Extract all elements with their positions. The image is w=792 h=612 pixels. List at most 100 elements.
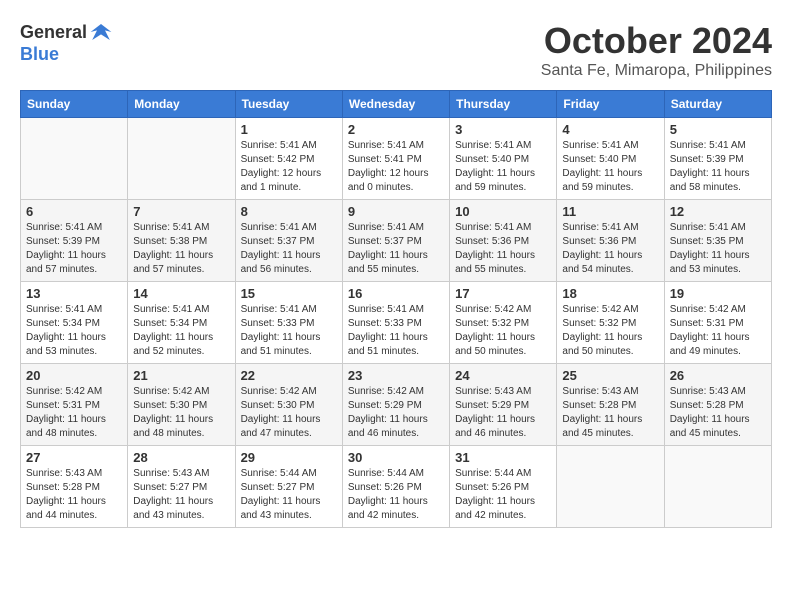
calendar-day-cell: 15 Sunrise: 5:41 AM Sunset: 5:33 PM Dayli… bbox=[235, 282, 342, 364]
calendar-day-cell: 30Sunrise: 5:44 AM Sunset: 5:26 PM Dayli… bbox=[342, 446, 449, 528]
calendar-day-cell: 10 Sunrise: 5:41 AM Sunset: 5:36 PM Dayli… bbox=[450, 200, 557, 282]
day-info: Sunrise: 5:41 AM Sunset: 5:34 PM Dayligh… bbox=[26, 303, 122, 359]
day-number: 10 bbox=[455, 204, 551, 219]
day-info: Sunrise: 5:44 AM Sunset: 5:26 PM Dayligh… bbox=[348, 467, 444, 523]
calendar-day-cell bbox=[21, 118, 128, 200]
day-number: 8 bbox=[241, 204, 337, 219]
calendar-day-cell: 12 Sunrise: 5:41 AM Sunset: 5:35 PM Dayli… bbox=[664, 200, 771, 282]
calendar-day-cell: 11Sunrise: 5:41 AM Sunset: 5:36 PM Dayli… bbox=[557, 200, 664, 282]
day-number: 23 bbox=[348, 368, 444, 383]
day-header-friday: Friday bbox=[557, 91, 664, 118]
calendar-day-cell bbox=[128, 118, 235, 200]
day-info: Sunrise: 5:41 AM Sunset: 5:41 PM Dayligh… bbox=[348, 139, 444, 195]
day-info: Sunrise: 5:42 AM Sunset: 5:32 PM Dayligh… bbox=[562, 303, 658, 359]
day-number: 19 bbox=[670, 286, 766, 301]
day-number: 20 bbox=[26, 368, 122, 383]
day-info: Sunrise: 5:41 AM Sunset: 5:37 PM Dayligh… bbox=[348, 221, 444, 277]
day-number: 6 bbox=[26, 204, 122, 219]
day-header-tuesday: Tuesday bbox=[235, 91, 342, 118]
day-number: 1 bbox=[241, 122, 337, 137]
day-info: Sunrise: 5:43 AM Sunset: 5:28 PM Dayligh… bbox=[670, 385, 766, 441]
day-header-monday: Monday bbox=[128, 91, 235, 118]
calendar-day-cell: 5 Sunrise: 5:41 AM Sunset: 5:39 PM Daylig… bbox=[664, 118, 771, 200]
day-info: Sunrise: 5:44 AM Sunset: 5:26 PM Dayligh… bbox=[455, 467, 551, 523]
day-info: Sunrise: 5:41 AM Sunset: 5:35 PM Dayligh… bbox=[670, 221, 766, 277]
day-number: 3 bbox=[455, 122, 551, 137]
calendar-week-row: 1 Sunrise: 5:41 AM Sunset: 5:42 PM Daylig… bbox=[21, 118, 772, 200]
day-info: Sunrise: 5:42 AM Sunset: 5:31 PM Dayligh… bbox=[26, 385, 122, 441]
calendar-day-cell: 25 Sunrise: 5:43 AM Sunset: 5:28 PM Dayli… bbox=[557, 364, 664, 446]
day-info: Sunrise: 5:43 AM Sunset: 5:28 PM Dayligh… bbox=[562, 385, 658, 441]
day-number: 28 bbox=[133, 450, 229, 465]
logo-general-text: General bbox=[20, 22, 87, 43]
day-number: 16 bbox=[348, 286, 444, 301]
location-subtitle: Santa Fe, Mimaropa, Philippines bbox=[541, 62, 772, 80]
day-number: 4 bbox=[562, 122, 658, 137]
calendar-day-cell: 31Sunrise: 5:44 AM Sunset: 5:26 PM Dayli… bbox=[450, 446, 557, 528]
calendar-day-cell: 2 Sunrise: 5:41 AM Sunset: 5:41 PM Daylig… bbox=[342, 118, 449, 200]
calendar-day-cell: 24Sunrise: 5:43 AM Sunset: 5:29 PM Dayli… bbox=[450, 364, 557, 446]
day-info: Sunrise: 5:41 AM Sunset: 5:36 PM Dayligh… bbox=[562, 221, 658, 277]
day-number: 7 bbox=[133, 204, 229, 219]
calendar-day-cell: 14 Sunrise: 5:41 AM Sunset: 5:34 PM Dayli… bbox=[128, 282, 235, 364]
calendar-day-cell: 9 Sunrise: 5:41 AM Sunset: 5:37 PM Daylig… bbox=[342, 200, 449, 282]
calendar-table: SundayMondayTuesdayWednesdayThursdayFrid… bbox=[20, 90, 772, 528]
day-header-saturday: Saturday bbox=[664, 91, 771, 118]
day-number: 18 bbox=[562, 286, 658, 301]
calendar-day-cell: 28 Sunrise: 5:43 AM Sunset: 5:27 PM Dayli… bbox=[128, 446, 235, 528]
day-number: 26 bbox=[670, 368, 766, 383]
day-header-sunday: Sunday bbox=[21, 91, 128, 118]
day-info: Sunrise: 5:44 AM Sunset: 5:27 PM Dayligh… bbox=[241, 467, 337, 523]
day-info: Sunrise: 5:41 AM Sunset: 5:40 PM Dayligh… bbox=[455, 139, 551, 195]
day-info: Sunrise: 5:41 AM Sunset: 5:33 PM Dayligh… bbox=[241, 303, 337, 359]
day-info: Sunrise: 5:42 AM Sunset: 5:29 PM Dayligh… bbox=[348, 385, 444, 441]
calendar-day-cell: 1 Sunrise: 5:41 AM Sunset: 5:42 PM Daylig… bbox=[235, 118, 342, 200]
day-info: Sunrise: 5:41 AM Sunset: 5:38 PM Dayligh… bbox=[133, 221, 229, 277]
page-header: General Blue October 2024 Santa Fe, Mima… bbox=[20, 20, 772, 80]
calendar-day-cell: 16Sunrise: 5:41 AM Sunset: 5:33 PM Dayli… bbox=[342, 282, 449, 364]
day-number: 22 bbox=[241, 368, 337, 383]
calendar-day-cell: 20 Sunrise: 5:42 AM Sunset: 5:31 PM Dayli… bbox=[21, 364, 128, 446]
calendar-day-cell: 18 Sunrise: 5:42 AM Sunset: 5:32 PM Dayli… bbox=[557, 282, 664, 364]
calendar-day-cell: 8 Sunrise: 5:41 AM Sunset: 5:37 PM Daylig… bbox=[235, 200, 342, 282]
day-info: Sunrise: 5:41 AM Sunset: 5:34 PM Dayligh… bbox=[133, 303, 229, 359]
calendar-day-cell: 22 Sunrise: 5:42 AM Sunset: 5:30 PM Dayli… bbox=[235, 364, 342, 446]
calendar-day-cell bbox=[664, 446, 771, 528]
day-number: 5 bbox=[670, 122, 766, 137]
day-info: Sunrise: 5:41 AM Sunset: 5:36 PM Dayligh… bbox=[455, 221, 551, 277]
day-number: 29 bbox=[241, 450, 337, 465]
day-number: 27 bbox=[26, 450, 122, 465]
day-number: 12 bbox=[670, 204, 766, 219]
calendar-week-row: 27Sunrise: 5:43 AM Sunset: 5:28 PM Dayli… bbox=[21, 446, 772, 528]
calendar-day-cell: 26 Sunrise: 5:43 AM Sunset: 5:28 PM Dayli… bbox=[664, 364, 771, 446]
day-number: 2 bbox=[348, 122, 444, 137]
calendar-day-cell: 7 Sunrise: 5:41 AM Sunset: 5:38 PM Daylig… bbox=[128, 200, 235, 282]
calendar-day-cell: 29 Sunrise: 5:44 AM Sunset: 5:27 PM Dayli… bbox=[235, 446, 342, 528]
day-header-wednesday: Wednesday bbox=[342, 91, 449, 118]
calendar-header-row: SundayMondayTuesdayWednesdayThursdayFrid… bbox=[21, 91, 772, 118]
day-info: Sunrise: 5:43 AM Sunset: 5:29 PM Dayligh… bbox=[455, 385, 551, 441]
day-number: 17 bbox=[455, 286, 551, 301]
day-info: Sunrise: 5:42 AM Sunset: 5:31 PM Dayligh… bbox=[670, 303, 766, 359]
day-info: Sunrise: 5:41 AM Sunset: 5:39 PM Dayligh… bbox=[670, 139, 766, 195]
day-info: Sunrise: 5:42 AM Sunset: 5:30 PM Dayligh… bbox=[241, 385, 337, 441]
day-number: 14 bbox=[133, 286, 229, 301]
calendar-day-cell: 17Sunrise: 5:42 AM Sunset: 5:32 PM Dayli… bbox=[450, 282, 557, 364]
day-info: Sunrise: 5:43 AM Sunset: 5:27 PM Dayligh… bbox=[133, 467, 229, 523]
logo: General Blue bbox=[20, 20, 113, 65]
logo-blue-text: Blue bbox=[20, 44, 59, 64]
calendar-day-cell bbox=[557, 446, 664, 528]
day-info: Sunrise: 5:42 AM Sunset: 5:30 PM Dayligh… bbox=[133, 385, 229, 441]
calendar-day-cell: 23 Sunrise: 5:42 AM Sunset: 5:29 PM Dayli… bbox=[342, 364, 449, 446]
calendar-day-cell: 6Sunrise: 5:41 AM Sunset: 5:39 PM Daylig… bbox=[21, 200, 128, 282]
calendar-day-cell: 13 Sunrise: 5:41 AM Sunset: 5:34 PM Dayli… bbox=[21, 282, 128, 364]
day-number: 13 bbox=[26, 286, 122, 301]
day-number: 15 bbox=[241, 286, 337, 301]
day-info: Sunrise: 5:41 AM Sunset: 5:40 PM Dayligh… bbox=[562, 139, 658, 195]
day-info: Sunrise: 5:41 AM Sunset: 5:42 PM Dayligh… bbox=[241, 139, 337, 195]
day-number: 9 bbox=[348, 204, 444, 219]
day-info: Sunrise: 5:41 AM Sunset: 5:37 PM Dayligh… bbox=[241, 221, 337, 277]
day-number: 25 bbox=[562, 368, 658, 383]
month-title: October 2024 bbox=[541, 20, 772, 62]
logo-bird-icon bbox=[89, 20, 113, 44]
